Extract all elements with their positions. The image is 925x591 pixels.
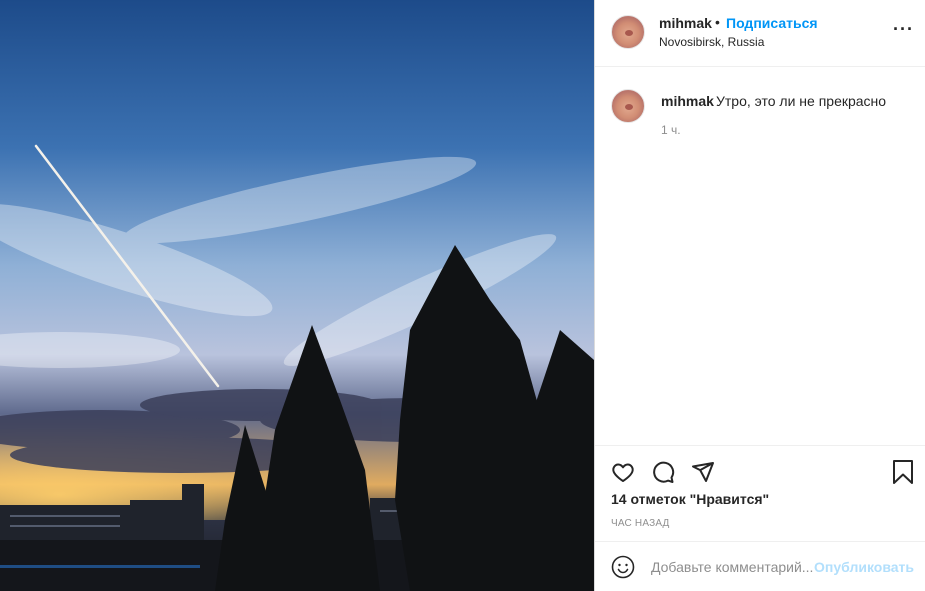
send-icon[interactable] [691, 460, 715, 489]
avatar-detail [625, 104, 633, 110]
caption-text: Утро, это ли не прекрасно [716, 93, 887, 109]
author-username[interactable]: mihmak [659, 15, 712, 31]
follow-button[interactable]: Подписаться [726, 15, 818, 31]
author-avatar[interactable] [611, 15, 645, 49]
emoji-icon[interactable] [611, 555, 635, 584]
photo-scene [0, 0, 594, 591]
bookmark-icon[interactable] [892, 460, 914, 489]
heart-icon[interactable] [611, 460, 635, 489]
post-side-panel: mihmak • Подписаться Novosibirsk, Russia… [594, 0, 925, 591]
avatar-detail [625, 30, 633, 36]
caption-time[interactable]: 1 ч. [661, 123, 681, 137]
more-options-icon[interactable]: ··· [893, 20, 914, 38]
publish-button[interactable]: Опубликовать [814, 559, 914, 575]
post-location[interactable]: Novosibirsk, Russia [659, 35, 764, 49]
likes-count[interactable]: 14 отметок "Нравится" [611, 491, 769, 507]
comments-section: mihmak Утро, это ли не прекрасно 1 ч. [595, 67, 925, 444]
comment-input[interactable] [651, 555, 817, 579]
caption-author-username[interactable]: mihmak [661, 93, 714, 109]
separator-dot: • [715, 14, 720, 30]
comment-composer: Опубликовать [595, 541, 925, 591]
post-timestamp[interactable]: ЧАС НАЗАД [611, 518, 670, 529]
comment-icon[interactable] [651, 460, 675, 489]
post-header: mihmak • Подписаться Novosibirsk, Russia… [595, 0, 925, 67]
post-photo[interactable] [0, 0, 594, 591]
post-actions: 14 отметок "Нравится" ЧАС НАЗАД [595, 445, 925, 541]
caption-author-avatar[interactable] [611, 89, 645, 123]
